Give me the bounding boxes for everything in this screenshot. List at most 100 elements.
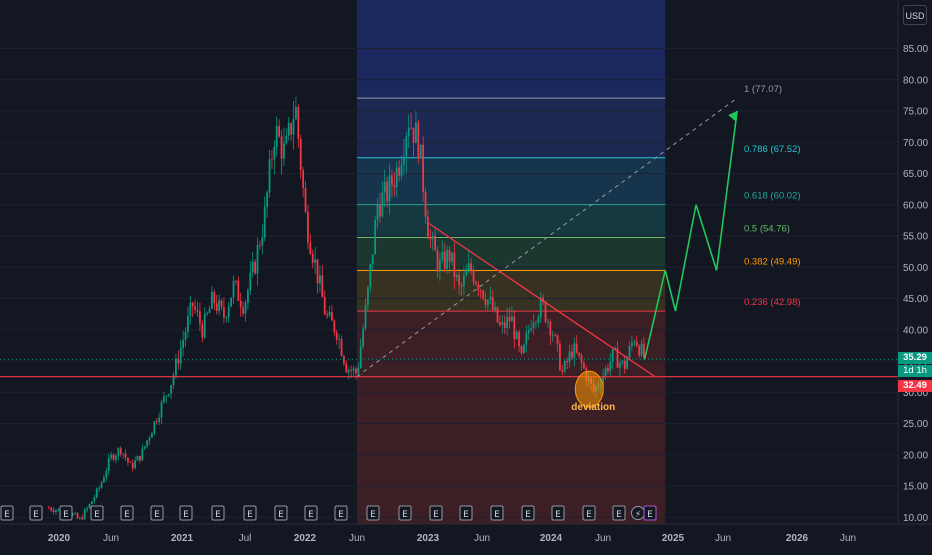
earnings-marker[interactable]: E (150, 505, 164, 521)
earnings-marker[interactable]: E (179, 505, 193, 521)
candle-body (328, 312, 331, 316)
time-axis-label: Jun (840, 533, 856, 544)
candle-body (463, 276, 465, 287)
candle-body (549, 321, 552, 336)
candle-body (93, 497, 96, 502)
candle-body (383, 181, 386, 193)
candle-body (213, 291, 216, 304)
candle-body (117, 448, 120, 456)
candle-body (86, 508, 89, 510)
candle-body (199, 311, 201, 324)
candle-body (561, 370, 564, 372)
split-marker[interactable]: ⚡ (631, 506, 645, 521)
earnings-marker[interactable]: E (398, 505, 412, 521)
candle-body (278, 125, 281, 137)
candle-body (362, 328, 365, 347)
earnings-marker[interactable]: E (0, 505, 14, 521)
marker-glyph: ⚡ (635, 510, 641, 520)
earnings-marker[interactable]: E (243, 505, 257, 521)
candle-body (609, 361, 612, 372)
earnings-marker[interactable]: E (304, 505, 318, 521)
candle-body (359, 346, 362, 368)
earnings-marker[interactable]: E (211, 505, 225, 521)
candle-body (451, 252, 453, 262)
candle-body (515, 331, 518, 340)
candle-body (506, 316, 509, 328)
earnings-marker[interactable]: E (59, 505, 73, 521)
candle-body (194, 306, 197, 310)
candle-body (76, 513, 79, 519)
earnings-marker[interactable]: E (429, 505, 443, 521)
earnings-marker[interactable]: E (521, 505, 535, 521)
earnings-marker[interactable]: E (551, 505, 565, 521)
candle-body (105, 470, 108, 478)
candle-body (446, 249, 449, 269)
candle-body (235, 280, 237, 282)
marker-glyph: E (63, 510, 69, 520)
candle-body (369, 264, 372, 288)
price-chart[interactable]: 1 (77.07) 0.786 (67.52) 0.618 (60.02) 0.5 (… (0, 0, 932, 550)
candle-body (407, 127, 410, 137)
candle-body (95, 488, 98, 498)
candle-body (237, 280, 240, 301)
chart-container[interactable]: 1 (77.07) 0.786 (67.52) 0.618 (60.02) 0.5 (… (0, 0, 932, 550)
candle-body (503, 322, 506, 328)
candle-body (139, 456, 141, 461)
candle-body (501, 322, 504, 325)
candle-body (206, 313, 209, 315)
marker-glyph: E (647, 510, 653, 520)
candle-body (482, 290, 485, 299)
currency-button[interactable]: USD (903, 5, 927, 25)
candle-body (386, 181, 389, 202)
candle-body (311, 253, 314, 263)
earnings-marker[interactable]: E (490, 505, 504, 521)
earnings-marker[interactable]: E (120, 505, 134, 521)
earnings-marker[interactable]: E (459, 505, 473, 521)
fib-zone (356, 204, 666, 238)
earnings-marker[interactable]: E (612, 505, 626, 521)
marker-glyph: E (525, 510, 531, 520)
candle-body (326, 314, 329, 316)
candle-body (400, 164, 403, 176)
candle-body (619, 362, 621, 368)
earnings-marker[interactable]: E (274, 505, 288, 521)
candle-body (551, 334, 554, 336)
candle-body (153, 421, 156, 434)
candle-body (583, 363, 585, 369)
candle-body (338, 338, 341, 340)
candle-body (280, 136, 283, 159)
candle-body (218, 300, 221, 311)
candle-body (88, 504, 91, 509)
candle-body (163, 396, 165, 402)
candle-body (230, 297, 233, 307)
candle-body (302, 170, 305, 188)
candle-body (458, 275, 461, 286)
candle-body (290, 123, 293, 135)
candle-body (379, 204, 381, 217)
earnings-marker[interactable]: E (643, 505, 657, 521)
candle-body (525, 333, 528, 345)
candle-body (523, 344, 525, 354)
candle-body (633, 341, 636, 343)
earnings-marker[interactable]: E (366, 505, 380, 521)
earnings-marker[interactable]: E (29, 505, 43, 521)
earnings-marker[interactable]: E (334, 505, 348, 521)
candle-body (299, 138, 302, 171)
earnings-marker[interactable]: E (90, 505, 104, 521)
candle-body (242, 307, 245, 314)
fib-label: 0.382 (49.49) (744, 256, 801, 267)
price-axis-label: 45.00 (903, 294, 928, 305)
candle-body (91, 501, 93, 505)
fib-zone (356, 237, 666, 271)
fib-zone (356, 270, 666, 312)
earnings-marker[interactable]: E (582, 505, 596, 521)
marker-glyph: E (154, 510, 160, 520)
marker-glyph: E (124, 510, 130, 520)
candle-body (122, 453, 125, 455)
price-axis-label: 40.00 (903, 325, 928, 336)
marker-glyph: E (215, 510, 221, 520)
candle-body (547, 321, 549, 323)
price-axis-label: 50.00 (903, 263, 928, 274)
time-axis-label: 2024 (540, 533, 563, 544)
time-axis-label: 2023 (417, 533, 440, 544)
